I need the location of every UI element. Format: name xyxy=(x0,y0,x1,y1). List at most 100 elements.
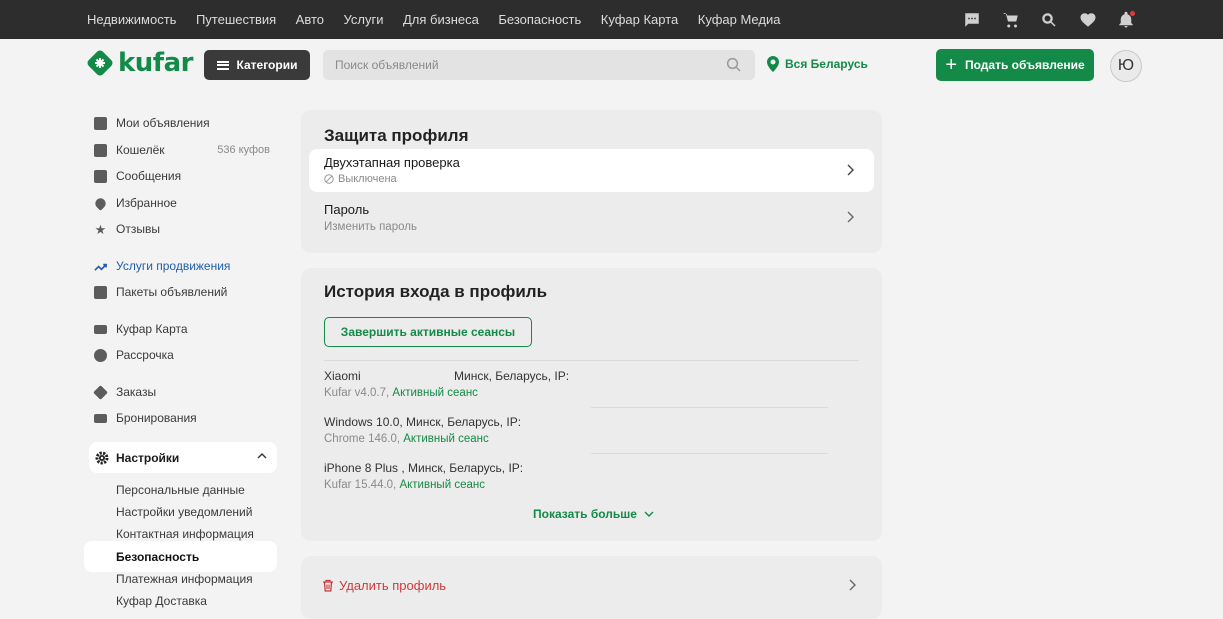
sidebar-item-ad-packages[interactable]: Пакеты объявлений xyxy=(84,283,274,301)
heart-icon xyxy=(93,195,108,211)
sidebar-item-favorites[interactable]: Избранное xyxy=(84,194,274,212)
sidebar-sub-notifications[interactable]: Настройки уведомлений xyxy=(116,505,252,519)
sidebar-item-my-ads[interactable]: Мои объявления xyxy=(84,114,274,132)
password-row[interactable]: Пароль Изменить пароль xyxy=(309,198,874,244)
bed-icon xyxy=(94,413,107,423)
topnav-auto[interactable]: Авто xyxy=(296,12,324,27)
session-status: Активный сеанс xyxy=(403,433,489,445)
chevron-right-icon xyxy=(849,579,856,591)
topnav-security[interactable]: Безопасность xyxy=(498,12,581,27)
session-item: iPhone 8 Plus , Минск, Беларусь, IP: Kuf… xyxy=(324,461,523,491)
avatar[interactable]: Ю xyxy=(1110,50,1142,82)
post-ad-button[interactable]: + Подать объявление xyxy=(936,49,1094,81)
session-status: Активный сеанс xyxy=(392,387,478,399)
box-icon xyxy=(93,384,108,400)
disabled-icon xyxy=(324,174,334,184)
messages-icon[interactable] xyxy=(962,10,982,30)
two-factor-row[interactable]: Двухэтапная проверка Выключена xyxy=(309,149,874,192)
top-icons xyxy=(962,10,1155,30)
show-more-label: Показать больше xyxy=(533,507,637,521)
two-factor-status-text: Выключена xyxy=(338,173,397,185)
top-nav: Недвижимость Путешествия Авто Услуги Для… xyxy=(87,12,800,27)
show-more-button[interactable]: Показать больше xyxy=(533,507,654,521)
search-box xyxy=(323,50,755,80)
trend-up-icon xyxy=(94,263,107,271)
session-item: Windows 10.0, Минск, Беларусь, IP: Chrom… xyxy=(324,415,521,445)
topnav-services[interactable]: Услуги xyxy=(344,12,384,27)
post-ad-label: Подать объявление xyxy=(965,58,1085,72)
logo-text: kufar xyxy=(118,48,193,78)
chevron-right-icon xyxy=(847,164,854,176)
sidebar-item-label: Бронирования xyxy=(116,411,197,425)
kufar-logo[interactable]: kufar xyxy=(86,48,193,78)
region-selector[interactable]: Вся Беларусь xyxy=(766,56,868,72)
delete-profile-label: Удалить профиль xyxy=(339,578,447,593)
sidebar-sub-security[interactable]: Безопасность xyxy=(84,541,277,572)
star-icon: ★ xyxy=(94,221,107,237)
header: kufar Категории Вся Беларусь + Подать об… xyxy=(0,39,1223,90)
plus-icon: + xyxy=(945,54,957,76)
grid-icon xyxy=(94,116,107,130)
cart-icon[interactable] xyxy=(1001,10,1021,30)
sidebar-sub-contact-info[interactable]: Контактная информация xyxy=(116,527,254,541)
favorites-icon[interactable] xyxy=(1078,10,1098,30)
session-client-version: Kufar 15.44.0, xyxy=(324,479,400,491)
sidebar-item-label: Кошелёк xyxy=(116,143,165,157)
gear-icon xyxy=(95,451,109,464)
menu-icon xyxy=(216,60,229,70)
sidebar-item-reviews[interactable]: ★ Отзывы xyxy=(84,220,274,238)
topnav-kufar-media[interactable]: Куфар Медиа xyxy=(698,12,781,27)
end-sessions-button[interactable]: Завершить активные сеансы xyxy=(324,317,532,347)
sidebar-item-settings[interactable]: Настройки xyxy=(89,442,277,473)
session-client-version: Kufar v4.0.7, xyxy=(324,387,393,399)
sidebar-item-label: Заказы xyxy=(116,385,157,399)
card-icon xyxy=(94,324,107,334)
trash-icon xyxy=(323,579,333,592)
kufar-logo-icon xyxy=(87,50,113,76)
divider xyxy=(591,453,828,454)
session-client: Kufar 15.44.0, Активный сеанс xyxy=(324,479,523,491)
divider xyxy=(591,407,828,408)
sidebar-item-label: Рассрочка xyxy=(116,348,174,362)
search-icon[interactable] xyxy=(725,56,743,74)
sidebar-item-label: Отзывы xyxy=(116,222,160,236)
categories-button[interactable]: Категории xyxy=(204,50,310,80)
topnav-business[interactable]: Для бизнеса xyxy=(403,12,479,27)
two-factor-status: Выключена xyxy=(324,173,397,185)
settings-label: Настройки xyxy=(116,450,180,465)
sidebar-item-orders[interactable]: Заказы xyxy=(84,383,274,401)
password-title: Пароль xyxy=(324,202,370,217)
search-input[interactable] xyxy=(323,50,755,80)
sidebar-item-messages[interactable]: Сообщения xyxy=(84,167,274,185)
topnav-kufar-card[interactable]: Куфар Карта xyxy=(601,12,678,27)
notifications-icon[interactable] xyxy=(1116,10,1136,30)
sidebar-item-bookings[interactable]: Бронирования xyxy=(84,409,274,427)
topnav-travel[interactable]: Путешествия xyxy=(196,12,276,27)
sidebar-sub-personal-data[interactable]: Персональные данные xyxy=(116,483,245,497)
saved-search-icon[interactable] xyxy=(1039,10,1059,30)
wallet-icon xyxy=(94,143,107,157)
divider xyxy=(324,360,859,361)
session-status: Активный сеанс xyxy=(399,479,485,491)
session-client: Chrome 146.0, Активный сеанс xyxy=(324,433,521,445)
delete-profile-card[interactable]: Удалить профиль xyxy=(301,556,882,619)
notification-dot xyxy=(1130,11,1135,16)
sidebar-item-label: Мои объявления xyxy=(116,116,210,130)
sidebar-item-promo[interactable]: Услуги продвижения xyxy=(84,257,274,275)
session-client-version: Chrome 146.0, xyxy=(324,433,404,445)
topnav-real-estate[interactable]: Недвижимость xyxy=(87,12,176,27)
sidebar-item-label: Куфар Карта xyxy=(116,322,188,336)
sidebar-sub-kufar-delivery[interactable]: Куфар Доставка xyxy=(116,594,207,608)
chevron-up-icon xyxy=(257,453,267,459)
categories-label: Категории xyxy=(236,58,298,72)
delete-profile-button[interactable]: Удалить профиль xyxy=(322,578,446,593)
sidebar-item-kufar-card[interactable]: Куфар Карта xyxy=(84,320,274,338)
wallet-balance: 536 куфов xyxy=(217,144,270,156)
two-factor-title: Двухэтапная проверка xyxy=(324,155,460,170)
sidebar-sub-payment-info[interactable]: Платежная информация xyxy=(116,572,253,586)
sidebar-item-label: Услуги продвижения xyxy=(116,259,231,273)
password-subtitle: Изменить пароль xyxy=(324,221,417,233)
sidebar-item-wallet[interactable]: Кошелёк 536 куфов xyxy=(84,141,274,159)
sidebar-item-installments[interactable]: Рассрочка xyxy=(84,346,274,364)
chat-icon xyxy=(94,169,107,183)
